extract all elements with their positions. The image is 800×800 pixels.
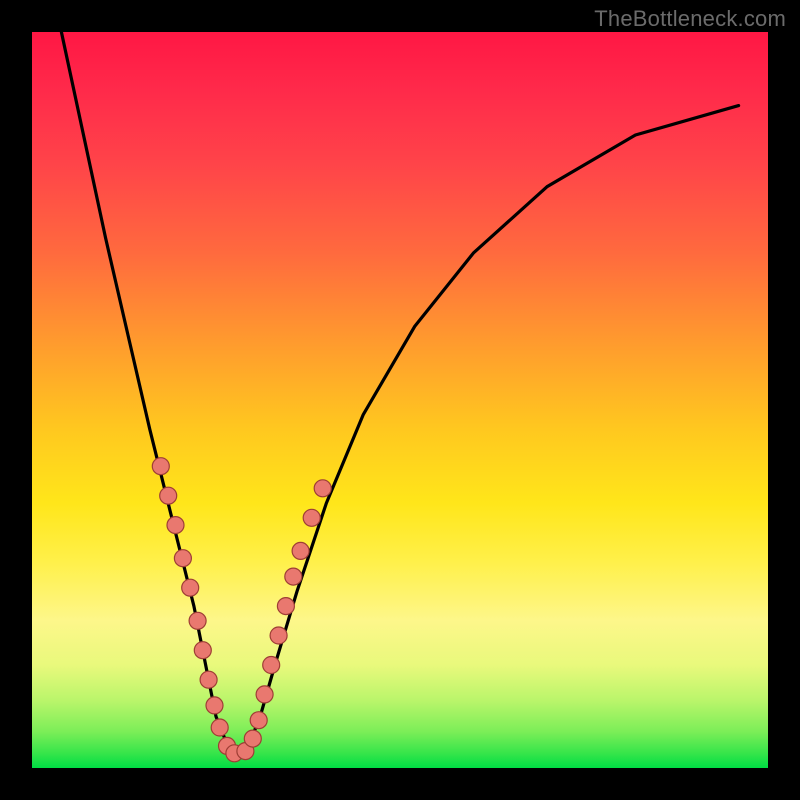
sample-dot [160,487,177,504]
curve-svg [32,32,768,768]
watermark-text: TheBottleneck.com [594,6,786,32]
chart-frame: TheBottleneck.com [0,0,800,800]
sample-dot [270,627,287,644]
sample-dot [277,598,294,615]
sample-dot [211,719,228,736]
sample-dots [152,458,331,762]
bottleneck-curve [61,32,738,753]
sample-dot [285,568,302,585]
sample-dot [152,458,169,475]
sample-dot [189,612,206,629]
sample-dot [314,480,331,497]
sample-dot [167,517,184,534]
sample-dot [303,509,320,526]
sample-dot [250,712,267,729]
sample-dot [292,542,309,559]
sample-dot [256,686,273,703]
sample-dot [174,550,191,567]
sample-dot [206,697,223,714]
plot-area [32,32,768,768]
sample-dot [244,730,261,747]
sample-dot [200,671,217,688]
sample-dot [263,657,280,674]
sample-dot [182,579,199,596]
sample-dot [194,642,211,659]
